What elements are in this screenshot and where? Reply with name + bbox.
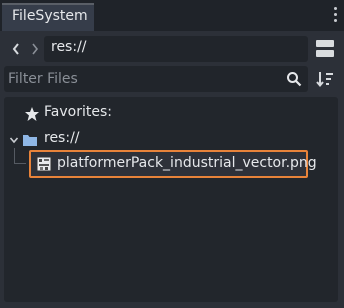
root-folder-label: res:// (44, 130, 80, 146)
tab-bar: FileSystem (0, 0, 344, 31)
sort-icon[interactable] (316, 70, 334, 88)
folder-icon (23, 135, 37, 146)
path-text: res:// (51, 39, 87, 55)
back-button[interactable] (9, 40, 23, 58)
file-tree[interactable]: Favorites: res:// platformerPack_industr… (4, 97, 338, 302)
file-item-selected[interactable]: platformerPack_industrial_vector.png (29, 150, 317, 178)
tree-guide-line (14, 148, 15, 164)
split-mode-icon[interactable] (316, 40, 334, 58)
tree-guide-branch (14, 163, 26, 164)
favorites-label: Favorites: (44, 104, 112, 120)
filter-field[interactable] (4, 66, 308, 92)
favorites-item[interactable]: Favorites: (4, 101, 338, 127)
search-icon (287, 72, 302, 87)
filesystem-dock: FileSystem res:// Filter Files Favorites… (0, 0, 344, 308)
star-icon (25, 107, 39, 121)
tab-label: FileSystem (12, 8, 88, 24)
dock-menu-icon[interactable] (334, 7, 338, 23)
path-field[interactable]: res:// (44, 36, 308, 62)
chevron-right-icon (32, 43, 39, 55)
image-file-icon (36, 156, 52, 172)
forward-button[interactable] (28, 40, 42, 58)
file-label: platformerPack_industrial_vector.png (57, 155, 317, 171)
tab-filesystem[interactable]: FileSystem (2, 3, 94, 31)
chevron-left-icon (12, 43, 19, 55)
filter-input[interactable] (8, 66, 278, 92)
expand-arrow-icon[interactable] (9, 135, 19, 145)
